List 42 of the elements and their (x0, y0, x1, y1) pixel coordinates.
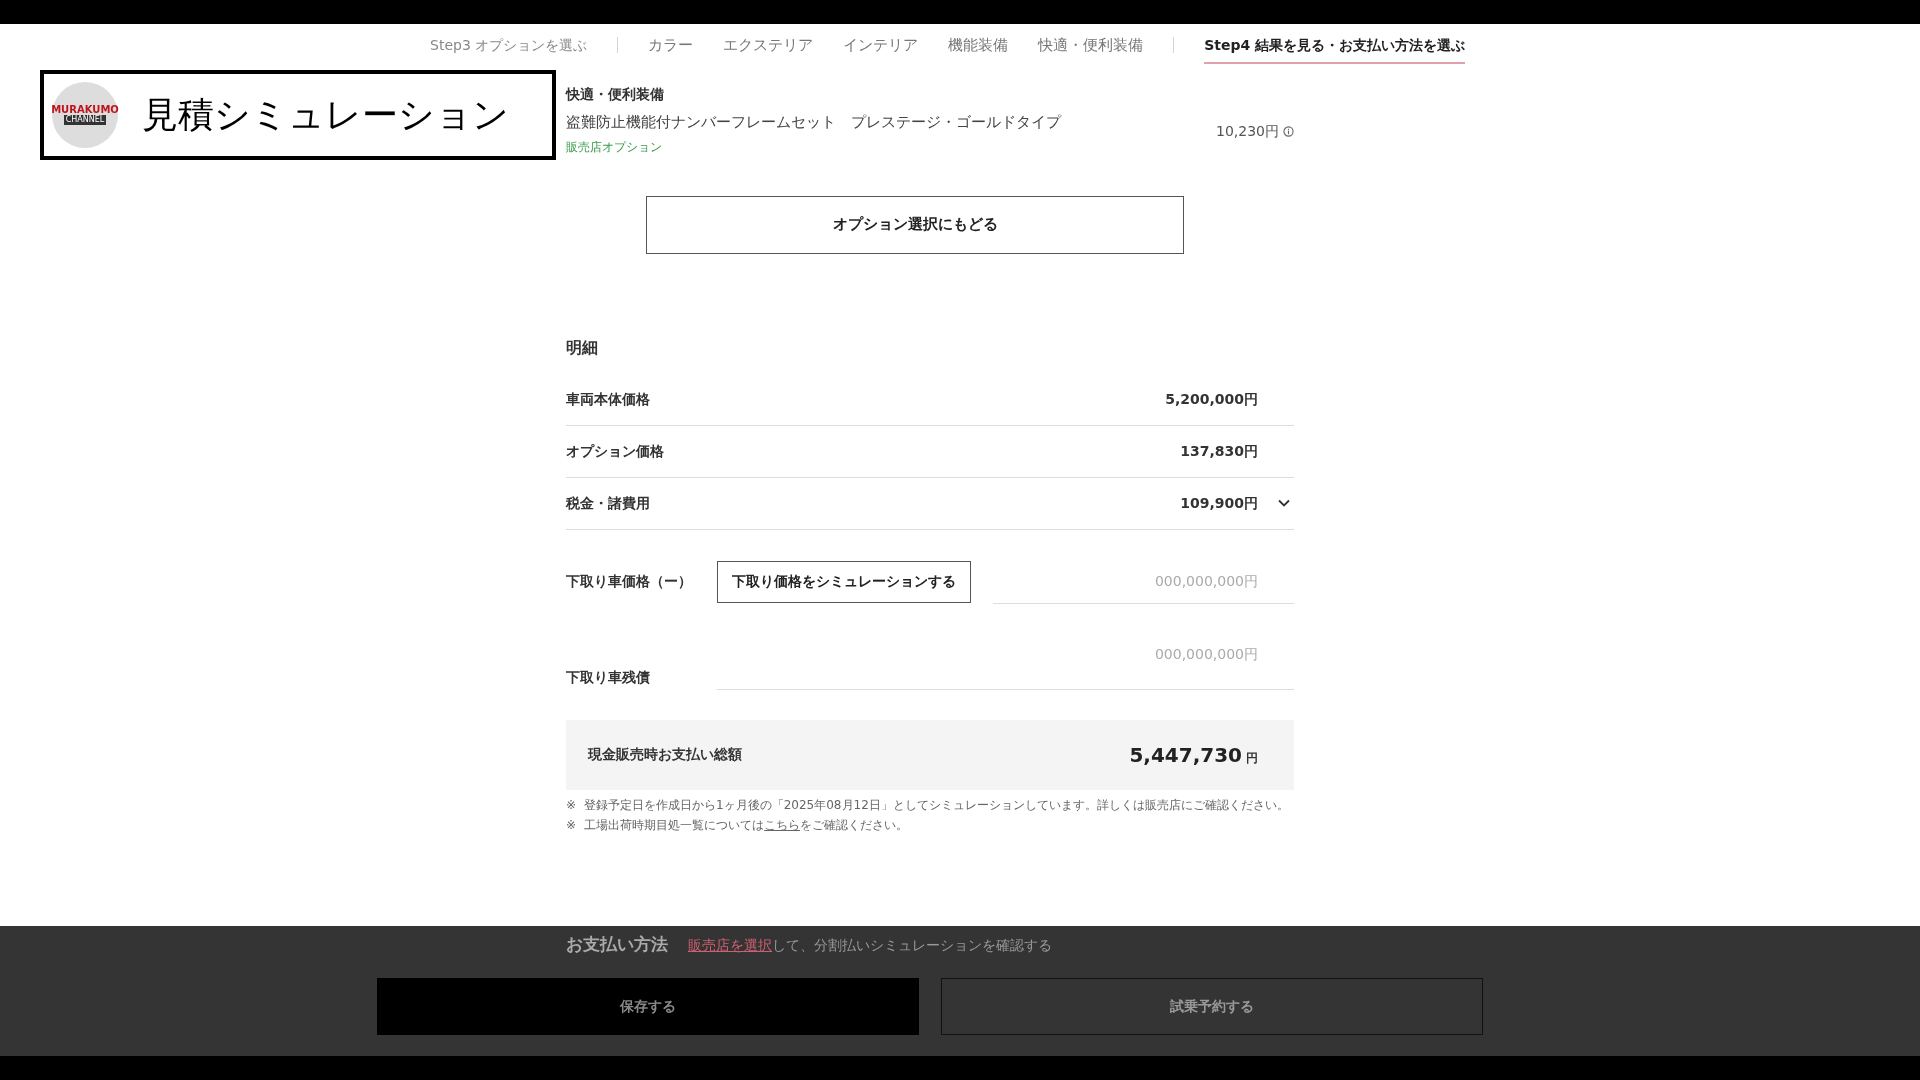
nav-tab[interactable]: インテリア (843, 33, 919, 57)
save-button[interactable]: 保存する (377, 978, 919, 1035)
trade-in-price-field[interactable]: 000,000,000円 (993, 559, 1294, 604)
total-label: 現金販売時お支払い総額 (588, 745, 742, 764)
residual-debt-field[interactable]: 000,000,000円 (717, 639, 1294, 690)
select-dealer-link[interactable]: 販売店を選択 (688, 937, 772, 953)
row-value: 137,830円 (1179, 441, 1258, 461)
nav-tab[interactable]: 快適・便利装備 (1038, 33, 1144, 57)
row-label: オプション価格 (566, 441, 665, 461)
logo-text: MURAKUMO (51, 105, 119, 115)
row-label: 税金・諸費用 (566, 493, 651, 513)
nav-tab[interactable]: 機能装備 (948, 33, 1009, 57)
badge-title: 見積シミュレーション (142, 93, 509, 137)
currency-unit: 円 (1246, 749, 1258, 767)
row-label: 下取り車価格（ー） (566, 572, 693, 591)
section-heading: 明細 (566, 336, 599, 359)
note-text: 工場出荷時期目処一覧についてはこちら をご確認ください。 (584, 816, 909, 834)
note-text: 登録予定日を作成日から1ヶ月後の「2025年08月12日」としてシミュレーションしています。詳しくは販売店にご確認ください。 (584, 796, 1289, 814)
option-tag: 販売店オプション (566, 137, 1061, 156)
payment-text: 販売店を選択 して、分割払いシミュレーションを確認する (688, 936, 1052, 955)
nav-tab[interactable]: カラー (648, 33, 694, 57)
row-label: 下取り車残債 (566, 667, 651, 687)
payment-heading: お支払い方法 (566, 933, 668, 956)
option-price: 10,230円 (1216, 122, 1279, 141)
section-heading: 快適・便利装備 (566, 85, 665, 104)
total-value: 5,447,730 (1129, 741, 1242, 769)
info-icon[interactable] (1283, 126, 1294, 137)
back-button[interactable]: オプション選択にもどる (646, 195, 1184, 254)
nav-tab[interactable]: Step4 結果を見る・お支払い方法を選ぶ (1204, 34, 1466, 64)
simulate-trade-in-button[interactable]: 下取り価格をシミュレーションする (717, 560, 971, 603)
nav-tab[interactable]: Step3 オプションを選ぶ (430, 34, 588, 56)
here-link[interactable]: こちら (764, 817, 801, 832)
nav-tab[interactable]: エクステリア (723, 33, 814, 57)
row-value: 5,200,000円 (1164, 389, 1258, 409)
option-name: 盗難防止機能付ナンバーフレームセット プレステージ・ゴールドタイプ (566, 112, 1061, 133)
chevron-down-icon[interactable] (1278, 499, 1290, 507)
row-value: 109,900円 (1179, 493, 1258, 513)
note-mark: ※ (566, 816, 577, 834)
note-mark: ※ (566, 796, 577, 814)
row-label: 車両本体価格 (566, 389, 651, 409)
test-drive-button[interactable]: 試乗予約する (941, 978, 1483, 1035)
logo-subtext: CHANNEL (63, 115, 107, 125)
